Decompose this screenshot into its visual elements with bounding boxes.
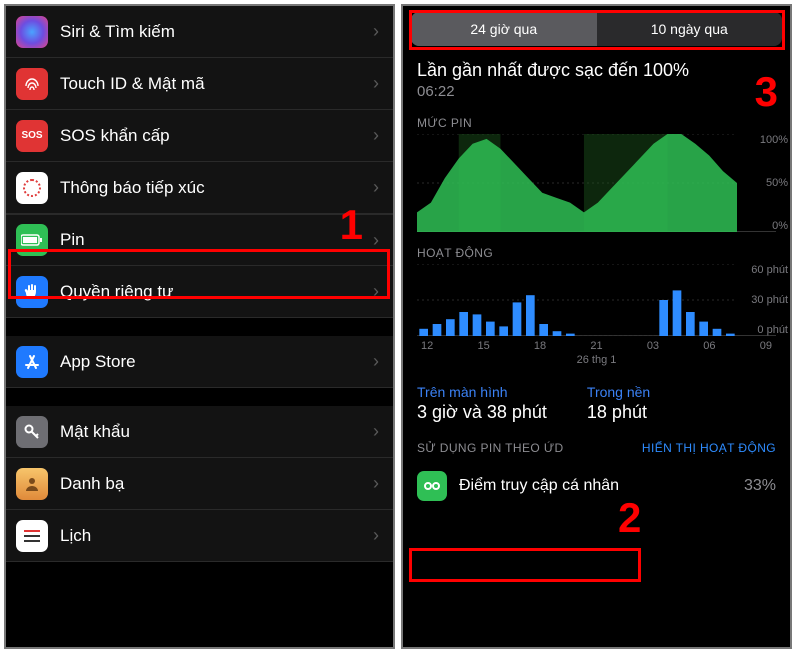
row-label: Siri & Tìm kiếm xyxy=(60,22,373,42)
row-contacts[interactable]: Danh bạ › xyxy=(6,458,393,510)
show-activity-link[interactable]: HIỂN THỊ HOẠT ĐỘNG xyxy=(642,441,776,455)
row-label: App Store xyxy=(60,352,373,372)
exposure-icon xyxy=(16,172,48,204)
chevron-right-icon: › xyxy=(373,473,379,494)
contacts-icon xyxy=(16,468,48,500)
settings-group-3: Mật khẩu › Danh bạ › Lịch › xyxy=(6,406,393,562)
row-sos[interactable]: SOS SOS khẩn cấp › xyxy=(6,110,393,162)
last-charge-info: Lần gần nhất được sạc đến 100% 06:22 xyxy=(403,46,790,102)
chevron-right-icon: › xyxy=(373,525,379,546)
x-axis-ticks: 12 15 18 21 03 06 09 xyxy=(403,336,790,352)
row-label: Pin xyxy=(60,230,373,250)
row-appstore[interactable]: App Store › xyxy=(6,336,393,388)
usage-bg-label: Trong nền xyxy=(587,384,650,400)
row-label: Mật khẩu xyxy=(60,422,373,442)
usage-bg: Trong nền 18 phút xyxy=(587,384,650,423)
chevron-right-icon: › xyxy=(373,230,379,251)
app-pct: 33% xyxy=(744,477,776,495)
activity-chart: 60 phút 30 phút 0 phút xyxy=(403,264,790,336)
hotspot-icon xyxy=(417,471,447,501)
usage-bg-value: 18 phút xyxy=(587,402,650,423)
row-label: Thông báo tiếp xúc xyxy=(60,178,373,198)
row-label: SOS khẩn cấp xyxy=(60,126,373,146)
row-label: Danh bạ xyxy=(60,474,373,494)
battery-icon xyxy=(16,224,48,256)
usage-by-app-header: SỬ DỤNG PIN THEO ỨD HIỂN THỊ HOẠT ĐỘNG xyxy=(403,427,790,463)
chevron-right-icon: › xyxy=(373,21,379,42)
row-siri[interactable]: Siri & Tìm kiếm › xyxy=(6,6,393,58)
sos-icon: SOS xyxy=(16,120,48,152)
settings-list-panel: Siri & Tìm kiếm › Touch ID & Mật mã › SO… xyxy=(4,4,395,649)
row-passwords[interactable]: Mật khẩu › xyxy=(6,406,393,458)
usage-screen-label: Trên màn hình xyxy=(417,384,547,400)
chevron-right-icon: › xyxy=(373,177,379,198)
usage-screen-value: 3 giờ và 38 phút xyxy=(417,402,547,423)
row-label: Quyền riêng tư xyxy=(60,282,373,302)
app-usage-row[interactable]: Điểm truy cập cá nhân 33% xyxy=(403,463,790,509)
chevron-right-icon: › xyxy=(373,351,379,372)
activity-label: HOẠT ĐỘNG xyxy=(403,232,790,264)
row-calendar[interactable]: Lịch › xyxy=(6,510,393,562)
settings-group-2: App Store › xyxy=(6,336,393,388)
time-range-segmented[interactable]: 24 giờ qua 10 ngày qua xyxy=(411,12,782,46)
usage-screen: Trên màn hình 3 giờ và 38 phút xyxy=(417,384,547,423)
battery-level-chart: 100% 50% 0% xyxy=(403,134,790,232)
app-name: Điểm truy cập cá nhân xyxy=(459,477,744,495)
key-icon xyxy=(16,416,48,448)
row-touch-id[interactable]: Touch ID & Mật mã › xyxy=(6,58,393,110)
highlight-usage-byapp xyxy=(409,548,641,582)
battery-level-label: MỨC PIN xyxy=(403,102,790,134)
row-privacy[interactable]: Quyền riêng tư › xyxy=(6,266,393,318)
hand-icon xyxy=(16,276,48,308)
usage-summary: Trên màn hình 3 giờ và 38 phút Trong nền… xyxy=(403,366,790,427)
x-axis-date: 26 thg 1 xyxy=(403,354,790,366)
row-exposure[interactable]: Thông báo tiếp xúc › xyxy=(6,162,393,214)
tab-10d[interactable]: 10 ngày qua xyxy=(597,12,783,46)
chevron-right-icon: › xyxy=(373,421,379,442)
chevron-right-icon: › xyxy=(373,73,379,94)
row-label: Touch ID & Mật mã xyxy=(60,74,373,94)
level-y-ticks: 100% 50% 0% xyxy=(760,134,788,232)
appstore-icon xyxy=(16,346,48,378)
calendar-icon xyxy=(16,520,48,552)
usage-by-app-label: SỬ DỤNG PIN THEO ỨD xyxy=(417,441,564,455)
battery-detail-panel: 24 giờ qua 10 ngày qua Lần gần nhất được… xyxy=(401,4,792,649)
last-charge-time: 06:22 xyxy=(417,83,776,100)
chevron-right-icon: › xyxy=(373,125,379,146)
siri-icon xyxy=(16,16,48,48)
row-label: Lịch xyxy=(60,526,373,546)
settings-group-1: Siri & Tìm kiếm › Touch ID & Mật mã › SO… xyxy=(6,6,393,318)
last-charge-title: Lần gần nhất được sạc đến 100% xyxy=(417,60,776,81)
activity-y-ticks: 60 phút 30 phút 0 phút xyxy=(751,264,788,336)
chevron-right-icon: › xyxy=(373,281,379,302)
fingerprint-icon xyxy=(16,68,48,100)
tab-24h[interactable]: 24 giờ qua xyxy=(411,12,597,46)
row-battery[interactable]: Pin › xyxy=(6,214,393,266)
